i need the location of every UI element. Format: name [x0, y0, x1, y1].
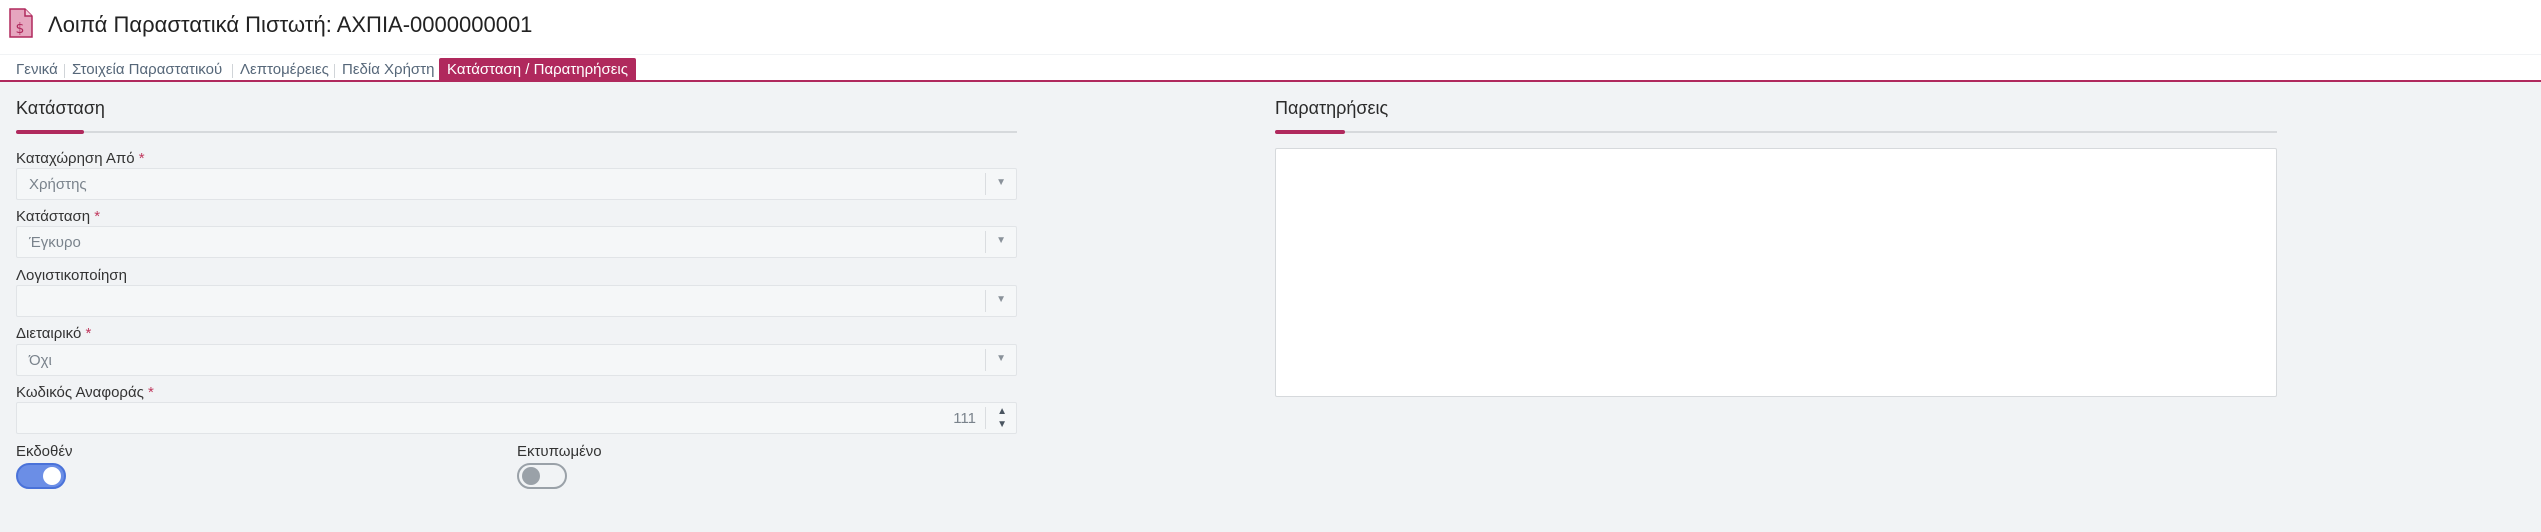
- tab-status-notes[interactable]: Κατάσταση / Παρατηρήσεις: [439, 58, 636, 82]
- issued-label: Εκδοθέν: [16, 443, 73, 460]
- spin-down-icon[interactable]: ▼: [997, 419, 1007, 430]
- tab-details[interactable]: Λεπτομέρειες: [236, 58, 333, 82]
- chevron-down-icon[interactable]: ▼: [996, 235, 1006, 246]
- issued-toggle[interactable]: [16, 463, 66, 489]
- select-divider: [985, 290, 986, 312]
- section-accent: [16, 130, 84, 134]
- tab-user-fields[interactable]: Πεδία Χρήστη: [338, 58, 438, 82]
- chevron-down-icon[interactable]: ▼: [996, 353, 1006, 364]
- registered-by-value: Χρήστης: [29, 176, 87, 193]
- accounting-label: Λογιστικοποίηση: [16, 267, 127, 284]
- chevron-down-icon[interactable]: ▼: [996, 177, 1006, 188]
- printed-label: Εκτυπωμένο: [517, 443, 602, 460]
- page-header: $ Λοιπά Παραστατικά Πιστωτή: ΑΧΠΙΑ-00000…: [0, 0, 2541, 54]
- registered-by-label: Καταχώρηση Από *: [16, 150, 145, 167]
- inter-company-value: Όχι: [29, 352, 52, 369]
- page-title: Λοιπά Παραστατικά Πιστωτή: ΑΧΠΙΑ-0000000…: [48, 12, 533, 37]
- reference-code-label: Κωδικός Αναφοράς *: [16, 384, 154, 401]
- section-divider: [1275, 131, 2277, 133]
- spin-up-icon[interactable]: ▲: [997, 406, 1007, 417]
- chevron-down-icon[interactable]: ▼: [996, 294, 1006, 305]
- svg-text:$: $: [16, 21, 25, 37]
- tab-general[interactable]: Γενικά: [12, 58, 62, 82]
- registered-by-select[interactable]: Χρήστης ▼: [16, 168, 1017, 200]
- status-value: Έγκυρο: [29, 234, 81, 251]
- toggle-knob: [522, 467, 540, 485]
- status-label: Κατάσταση *: [16, 208, 101, 225]
- status-select[interactable]: Έγκυρο ▼: [16, 226, 1017, 258]
- dollar-document-icon: $: [9, 8, 33, 38]
- printed-toggle[interactable]: [517, 463, 567, 489]
- tab-document-details[interactable]: Στοιχεία Παραστατικού: [68, 58, 226, 82]
- reference-code-value: 111: [953, 410, 976, 427]
- tab-divider: [334, 64, 335, 78]
- toggle-knob: [43, 467, 61, 485]
- inter-company-select[interactable]: Όχι ▼: [16, 344, 1017, 376]
- select-divider: [985, 173, 986, 195]
- input-divider: [985, 407, 986, 429]
- accounting-select[interactable]: ▼: [16, 285, 1017, 317]
- tab-divider: [64, 64, 65, 78]
- notes-section-title: Παρατηρήσεις: [1275, 98, 1389, 118]
- select-divider: [985, 349, 986, 371]
- section-accent: [1275, 130, 1345, 134]
- status-section-title: Κατάσταση: [16, 98, 105, 118]
- notes-textarea[interactable]: [1275, 148, 2277, 397]
- section-divider: [16, 131, 1017, 133]
- inter-company-label: Διεταιρικό *: [16, 325, 92, 342]
- reference-code-input[interactable]: 111 ▲ ▼: [16, 402, 1017, 434]
- select-divider: [985, 231, 986, 253]
- tab-bar: Γενικά Στοιχεία Παραστατικού Λεπτομέρειε…: [0, 55, 2541, 82]
- tab-divider: [232, 64, 233, 78]
